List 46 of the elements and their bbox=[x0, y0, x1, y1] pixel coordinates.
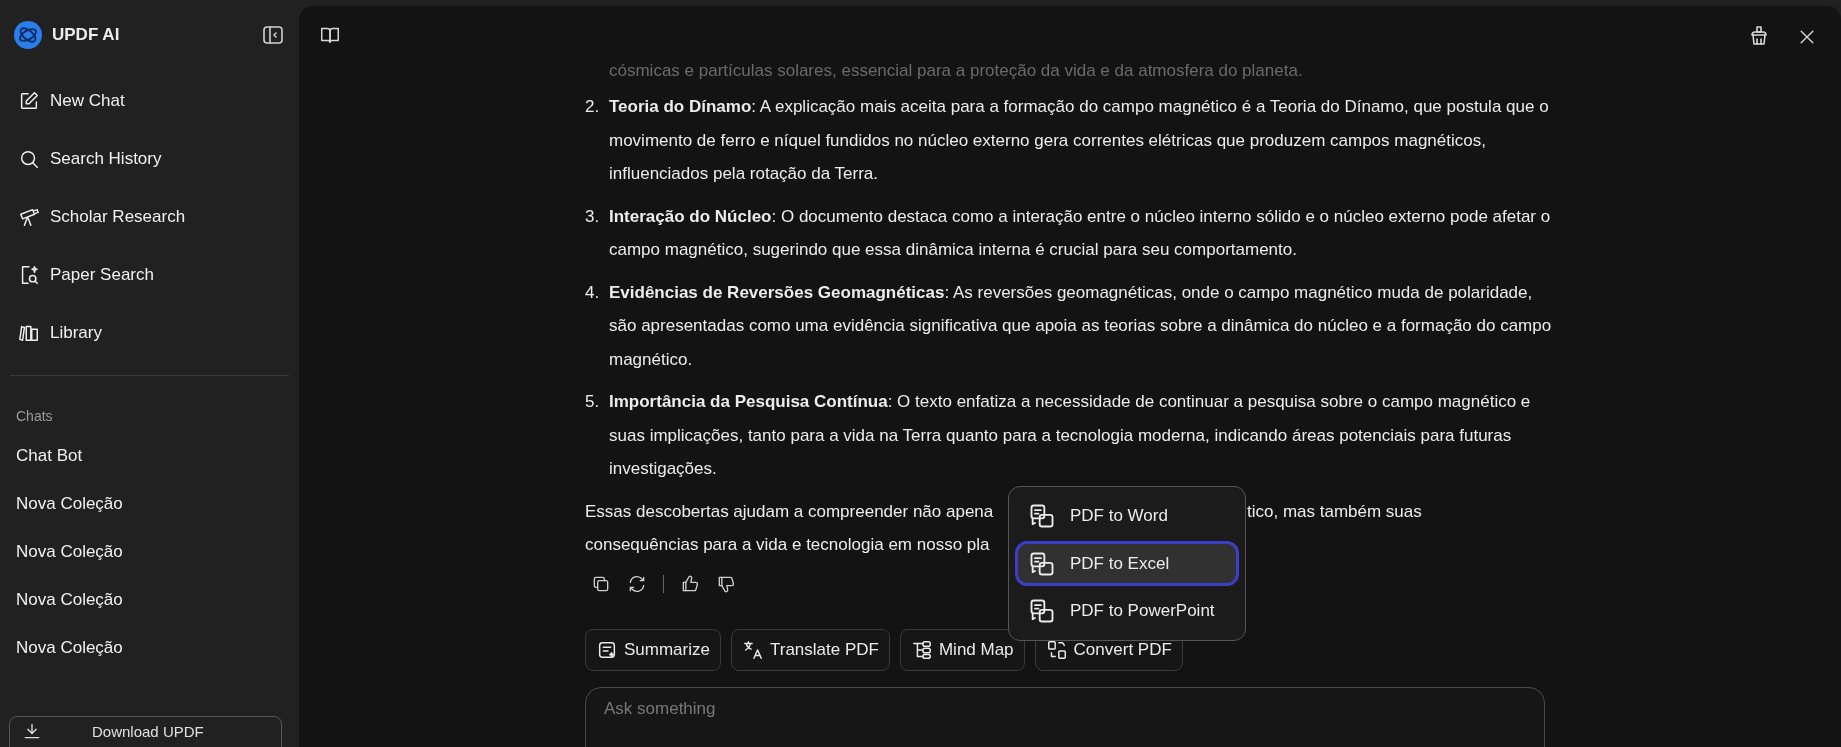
like-button[interactable] bbox=[680, 573, 700, 594]
list-number: 3. bbox=[585, 205, 601, 228]
sidebar-nav-item[interactable]: New Chat bbox=[18, 81, 281, 121]
sidebar-collapse-icon bbox=[261, 23, 285, 47]
list-item-text: Teoria do Dínamo: A explicação mais aceita para a formação do campo magnético é a Teoria do Dínamo, que postula que o movimento de ferro e níquel fundidos no núcleo externo gera correntes elétricas que produzem campos magnéticos, influenciados pela rotação da Terra. bbox=[609, 96, 1550, 185]
chat-item[interactable]: Nova Coleção bbox=[16, 539, 123, 564]
list-number: 5. bbox=[585, 391, 601, 413]
tool-button[interactable]: Translate PDF bbox=[730, 628, 890, 671]
faded-answer-text: cósmicas e partículas solares, essencial para a proteção da vida e da atmosfera do planeta. bbox=[608, 60, 1304, 82]
chat-item[interactable]: Chat Bot bbox=[16, 443, 83, 468]
edit-icon bbox=[18, 90, 40, 112]
sidebar-nav-item[interactable]: Library bbox=[18, 313, 281, 353]
translate-icon bbox=[741, 638, 764, 661]
list-item-text: Evidências de Reversões Geomagnéticas: As reversões geomagnéticas, onde o campo magnético muda de polaridade, são apresentadas como uma evidência significativa que apoia as teorias sobre a dinâmica do núcleo e a formação do campo magnético. bbox=[609, 281, 1553, 371]
search-icon bbox=[18, 148, 40, 170]
sidebar-nav-item[interactable]: Scholar Research bbox=[18, 197, 281, 237]
chat-item[interactable]: Nova Coleção bbox=[16, 587, 123, 612]
sidebar-nav-item[interactable]: Paper Search bbox=[18, 255, 281, 295]
thumbs-up-icon bbox=[680, 573, 700, 594]
collapse-sidebar-button[interactable] bbox=[261, 23, 285, 47]
chat-item[interactable]: Nova Coleção bbox=[16, 635, 123, 660]
answer-text: Essas descobertas ajudam a compreender não apena bbox=[585, 500, 994, 523]
list-number: 4. bbox=[585, 281, 601, 304]
answer-text: consequências para a vida e tecnologia em nosso pla bbox=[585, 535, 990, 554]
section-title: Chats bbox=[16, 407, 54, 426]
convert-icon bbox=[1045, 638, 1068, 661]
chat-item[interactable]: Nova Coleção bbox=[16, 491, 123, 516]
tool-button[interactable]: Summarize bbox=[585, 628, 721, 671]
telescope-icon bbox=[18, 206, 40, 228]
download-icon bbox=[22, 721, 42, 741]
tool-button[interactable]: Mind Map bbox=[899, 628, 1025, 671]
menu-item[interactable]: PDF to Word bbox=[1015, 493, 1239, 539]
list-item-text: Interação do Núcleo: O documento destaca como a interação entre o núcleo interno sólido e o núcleo externo pode afetar o campo magnético, sugerindo que essa dinâmica interna é crucial para seu comportamento. bbox=[609, 205, 1552, 261]
message-input: Ask something bbox=[604, 695, 1526, 721]
list-item-text: Importância da Pesquisa Contínua: O texto enfatiza a necessidade de continuar a pesquisa sobre o campo magnético e suas implicações, tanto para a vida na Terra quanto para a tecnologia moderna, indicando áreas potenciais para futuras investigações. bbox=[609, 391, 1532, 480]
refresh-icon bbox=[627, 573, 647, 594]
answer-text: tico, mas também suas bbox=[1247, 500, 1422, 523]
mind-map-icon bbox=[910, 638, 933, 661]
logo-icon bbox=[14, 21, 42, 49]
chat-input[interactable]: Ask something bbox=[585, 686, 1545, 747]
list-number: 2. bbox=[585, 96, 601, 118]
menu-item[interactable]: PDF to Excel bbox=[1015, 540, 1239, 587]
regenerate-button[interactable] bbox=[627, 573, 647, 594]
download-button[interactable]: Download UPDF bbox=[9, 716, 282, 747]
sidebar-nav-item[interactable]: Search History bbox=[18, 139, 281, 179]
app-name: UPDF AI bbox=[52, 24, 120, 47]
